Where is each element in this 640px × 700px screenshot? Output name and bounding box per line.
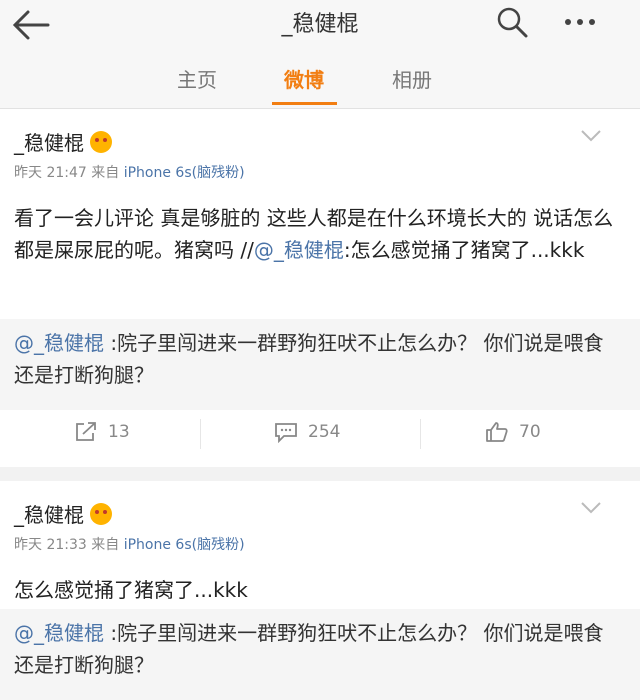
like-button[interactable]: 70 — [485, 421, 541, 443]
chevron-down-icon[interactable] — [580, 127, 602, 145]
post-author[interactable]: _稳健棍 — [14, 499, 112, 528]
repost-mention[interactable]: @_稳健棍 — [14, 621, 104, 645]
post-text-after: :怎么感觉捅了猪窝了...kkk — [343, 238, 585, 262]
vip-badge-icon — [90, 130, 112, 153]
share-icon — [76, 422, 96, 441]
like-icon — [486, 422, 508, 442]
post-text: 看了一会儿评论 真是够脏的 这些人都是在什么环境长大的 说话怎么都是屎尿屁的呢。… — [14, 202, 616, 266]
more-icon[interactable] — [556, 4, 604, 40]
weibo-post[interactable]: _稳健棍 昨天 21:33 来自 iPhone 6s(脑残粉) 怎么感觉捅了猪窝… — [0, 481, 640, 700]
username[interactable]: _稳健棍 — [14, 127, 84, 156]
post-time: 昨天 21:33 — [14, 537, 87, 553]
post-meta: 昨天 21:47 来自 iPhone 6s(脑残粉) — [14, 162, 245, 182]
comment-count: 254 — [308, 422, 341, 442]
action-divider — [200, 419, 201, 449]
like-count: 70 — [519, 422, 541, 442]
chevron-down-icon[interactable] — [580, 499, 602, 517]
repost-box[interactable]: @_稳健棍 :院子里闯进来一群野狗狂吠不止怎么办？ 你们说是喂食还是打断狗腿？ — [0, 609, 640, 700]
vip-badge-icon — [90, 502, 112, 525]
top-bar: _稳健棍 — [0, 0, 640, 52]
weibo-post[interactable]: _稳健棍 昨天 21:47 来自 iPhone 6s(脑残粉) 看了一会儿评论 … — [0, 109, 640, 467]
comment-button[interactable]: 254 — [274, 421, 340, 443]
username[interactable]: _稳健棍 — [14, 499, 84, 528]
action-divider — [420, 419, 421, 449]
post-device[interactable]: iPhone 6s(脑残粉) — [124, 537, 245, 553]
active-tab-indicator — [272, 102, 337, 105]
tab-home[interactable]: 主页 — [157, 64, 237, 93]
tab-weibo[interactable]: 微博 — [264, 64, 344, 93]
source-prefix: 来自 — [91, 165, 120, 181]
source-prefix: 来自 — [91, 537, 120, 553]
post-text: 怎么感觉捅了猪窝了...kkk — [14, 578, 248, 602]
comment-icon — [275, 423, 297, 443]
post-time: 昨天 21:47 — [14, 165, 87, 181]
repost-mention[interactable]: @_稳健棍 — [14, 331, 104, 355]
page-title: _稳健棍 — [281, 12, 359, 37]
post-author[interactable]: _稳健棍 — [14, 127, 112, 156]
post-device[interactable]: iPhone 6s(脑残粉) — [124, 165, 245, 181]
post-actions: 13 254 70 — [0, 409, 640, 459]
share-button[interactable]: 13 — [74, 421, 130, 443]
mention-link[interactable]: @_稳健棍 — [254, 238, 344, 262]
share-count: 13 — [108, 422, 130, 442]
repost-box[interactable]: @_稳健棍 :院子里闯进来一群野狗狂吠不止怎么办？ 你们说是喂食还是打断狗腿？ — [0, 319, 640, 410]
search-icon[interactable] — [494, 4, 530, 40]
profile-tabs: 主页 微博 相册 — [0, 52, 640, 109]
tab-album[interactable]: 相册 — [372, 64, 452, 93]
post-meta: 昨天 21:33 来自 iPhone 6s(脑残粉) — [14, 534, 245, 554]
